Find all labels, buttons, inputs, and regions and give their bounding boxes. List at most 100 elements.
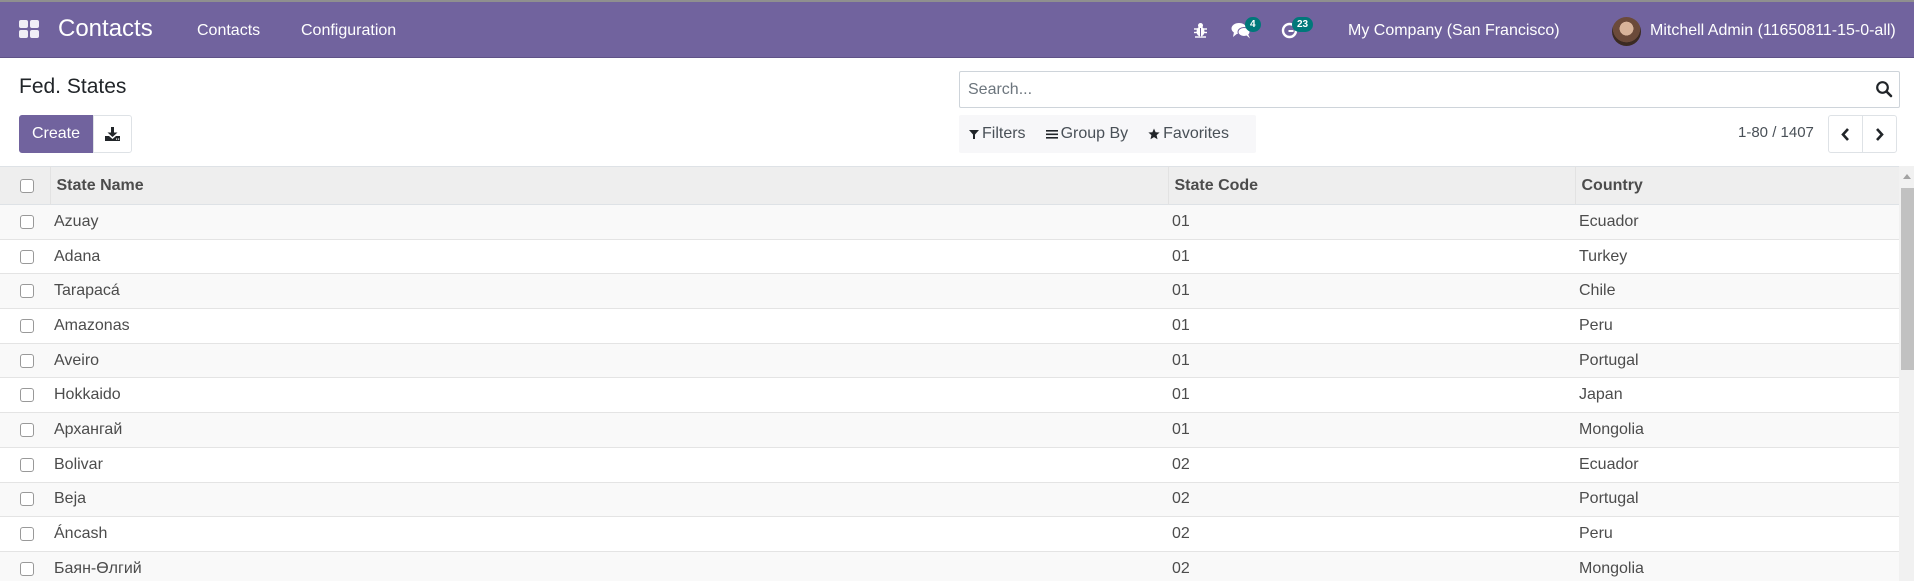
create-button[interactable]: Create bbox=[19, 115, 93, 153]
user-menu[interactable]: Mitchell Admin (11650811-15-0-all) bbox=[1650, 22, 1896, 40]
filters-button[interactable]: Filters bbox=[969, 125, 1026, 143]
country-cell[interactable]: Ecuador bbox=[1575, 205, 1899, 240]
search-options-bar: Filters Group By Favorites bbox=[959, 115, 1256, 153]
state-code-cell[interactable]: 01 bbox=[1168, 205, 1575, 240]
pager-value[interactable]: 1-80 / 1407 bbox=[1738, 124, 1814, 141]
state-code-cell[interactable]: 02 bbox=[1168, 517, 1575, 552]
export-button[interactable] bbox=[93, 115, 132, 153]
state-name-cell[interactable]: Баян-Өлгий bbox=[50, 551, 1168, 581]
state-code-cell[interactable]: 02 bbox=[1168, 482, 1575, 517]
fed-states-table: State Name State Code Country Azuay 01 Ecu… bbox=[0, 166, 1899, 581]
table-row[interactable]: Áncash 02 Peru bbox=[0, 516, 1899, 552]
column-header-country[interactable]: Country bbox=[1574, 166, 1899, 205]
table-row[interactable]: Azuay 01 Ecuador bbox=[0, 204, 1899, 240]
select-all-cell bbox=[0, 167, 50, 205]
row-checkbox[interactable] bbox=[20, 422, 34, 437]
search-icon[interactable] bbox=[1875, 80, 1893, 98]
table-row[interactable]: Tarapacá 01 Chile bbox=[0, 273, 1899, 309]
country-cell[interactable]: Portugal bbox=[1575, 482, 1899, 517]
table-row[interactable]: Hokkaido 01 Japan bbox=[0, 377, 1899, 413]
menu-item-contacts[interactable]: Contacts bbox=[197, 22, 260, 40]
row-checkbox[interactable] bbox=[20, 214, 34, 229]
chevron-right-icon bbox=[1876, 127, 1884, 141]
app-name[interactable]: Contacts bbox=[58, 15, 153, 43]
state-name-cell[interactable]: Amazonas bbox=[50, 309, 1168, 344]
scroll-up-arrow[interactable] bbox=[1903, 174, 1911, 179]
row-checkbox[interactable] bbox=[20, 527, 34, 542]
row-select-cell bbox=[0, 239, 50, 274]
group-by-label: Group By bbox=[1060, 125, 1129, 142]
row-select-cell bbox=[0, 482, 50, 517]
state-code-cell[interactable]: 02 bbox=[1168, 551, 1575, 581]
activities-count-badge: 23 bbox=[1292, 17, 1314, 32]
country-cell[interactable]: Ecuador bbox=[1575, 447, 1899, 482]
vertical-scrollbar[interactable] bbox=[1899, 166, 1914, 581]
state-code-cell[interactable]: 01 bbox=[1168, 378, 1575, 413]
country-cell[interactable]: Turkey bbox=[1575, 239, 1899, 274]
state-name-cell[interactable]: Hokkaido bbox=[50, 378, 1168, 413]
row-select-cell bbox=[0, 413, 50, 448]
row-select-cell bbox=[0, 309, 50, 344]
column-header-state-name[interactable]: State Name bbox=[49, 166, 1168, 205]
table-header-row: State Name State Code Country bbox=[0, 166, 1899, 205]
company-switcher[interactable]: My Company (San Francisco) bbox=[1348, 22, 1560, 40]
state-name-cell[interactable]: Áncash bbox=[50, 517, 1168, 552]
state-code-cell[interactable]: 01 bbox=[1168, 239, 1575, 274]
row-checkbox[interactable] bbox=[20, 353, 34, 368]
row-select-cell bbox=[0, 517, 50, 552]
breadcrumb-title: Fed. States bbox=[19, 75, 127, 98]
search-bar bbox=[959, 71, 1900, 108]
pager-next-button[interactable] bbox=[1862, 115, 1897, 153]
table-row[interactable]: Баян-Өлгий 02 Mongolia bbox=[0, 551, 1899, 581]
country-cell[interactable]: Peru bbox=[1575, 309, 1899, 344]
search-input[interactable] bbox=[968, 80, 1848, 100]
row-checkbox[interactable] bbox=[20, 561, 34, 576]
state-code-cell[interactable]: 01 bbox=[1168, 274, 1575, 309]
table-row[interactable]: Beja 02 Portugal bbox=[0, 482, 1899, 517]
row-checkbox[interactable] bbox=[20, 388, 34, 403]
row-checkbox[interactable] bbox=[20, 457, 34, 472]
row-select-cell bbox=[0, 274, 50, 309]
country-cell[interactable]: Mongolia bbox=[1575, 413, 1899, 448]
state-name-cell[interactable]: Bolivar bbox=[50, 447, 1168, 482]
group-by-button[interactable]: Group By bbox=[1045, 125, 1129, 143]
country-cell[interactable]: Japan bbox=[1575, 378, 1899, 413]
apps-menu-icon[interactable] bbox=[19, 20, 39, 38]
user-avatar[interactable] bbox=[1612, 17, 1641, 46]
table-row[interactable]: Bolivar 02 Ecuador bbox=[0, 447, 1899, 482]
row-select-cell bbox=[0, 343, 50, 378]
country-cell[interactable]: Portugal bbox=[1575, 343, 1899, 378]
state-name-cell[interactable]: Azuay bbox=[50, 205, 1168, 240]
row-checkbox[interactable] bbox=[20, 249, 34, 264]
table-row[interactable]: Архангай 01 Mongolia bbox=[0, 412, 1899, 448]
download-icon bbox=[105, 127, 120, 141]
row-select-cell bbox=[0, 551, 50, 581]
bug-icon[interactable] bbox=[1193, 22, 1208, 43]
state-code-cell[interactable]: 01 bbox=[1168, 309, 1575, 344]
country-cell[interactable]: Mongolia bbox=[1575, 551, 1899, 581]
table-row[interactable]: Adana 01 Turkey bbox=[0, 239, 1899, 274]
favorites-button[interactable]: Favorites bbox=[1148, 125, 1229, 143]
state-name-cell[interactable]: Adana bbox=[50, 239, 1168, 274]
country-cell[interactable]: Chile bbox=[1575, 274, 1899, 309]
star-icon bbox=[1148, 128, 1160, 140]
row-checkbox[interactable] bbox=[20, 318, 34, 333]
pager-previous-button[interactable] bbox=[1828, 115, 1863, 153]
row-select-cell bbox=[0, 205, 50, 240]
column-header-state-code[interactable]: State Code bbox=[1167, 166, 1575, 205]
state-code-cell[interactable]: 01 bbox=[1168, 413, 1575, 448]
scrollbar-thumb[interactable] bbox=[1901, 188, 1914, 370]
menu-item-configuration[interactable]: Configuration bbox=[301, 22, 396, 40]
country-cell[interactable]: Peru bbox=[1575, 517, 1899, 552]
state-name-cell[interactable]: Beja bbox=[50, 482, 1168, 517]
row-checkbox[interactable] bbox=[20, 492, 34, 507]
state-name-cell[interactable]: Tarapacá bbox=[50, 274, 1168, 309]
state-name-cell[interactable]: Aveiro bbox=[50, 343, 1168, 378]
state-name-cell[interactable]: Архангай bbox=[50, 413, 1168, 448]
table-row[interactable]: Amazonas 01 Peru bbox=[0, 308, 1899, 344]
row-checkbox[interactable] bbox=[20, 284, 34, 299]
table-row[interactable]: Aveiro 01 Portugal bbox=[0, 343, 1899, 378]
select-all-checkbox[interactable] bbox=[20, 178, 34, 193]
state-code-cell[interactable]: 01 bbox=[1168, 343, 1575, 378]
state-code-cell[interactable]: 02 bbox=[1168, 447, 1575, 482]
